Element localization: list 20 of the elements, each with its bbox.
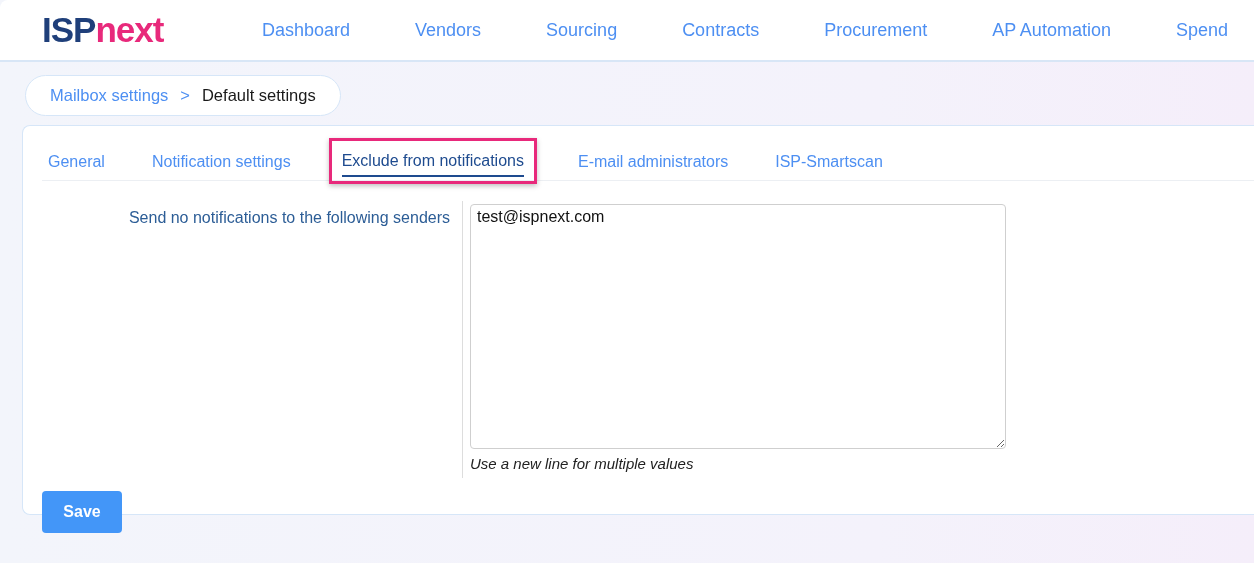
nav-link[interactable]: Sourcing <box>546 19 618 41</box>
breadcrumb-separator: > <box>180 86 190 105</box>
field-label: Send no notifications to the following senders <box>127 208 451 228</box>
save-button[interactable]: Save <box>42 491 122 533</box>
logo[interactable]: ISPnext <box>42 10 220 50</box>
tab[interactable]: Exclude from notifications <box>341 145 524 177</box>
nav-link[interactable]: Spend <box>1175 19 1228 41</box>
nav-link[interactable]: Procurement <box>824 19 928 41</box>
breadcrumb-link[interactable]: Mailbox settings <box>50 86 169 105</box>
tab[interactable]: E-mail administrators <box>577 146 729 178</box>
nav-link[interactable]: Vendors <box>415 19 482 41</box>
tab[interactable]: ISP-Smartscan <box>775 146 883 178</box>
tab[interactable]: Notification settings <box>151 146 291 178</box>
senders-textarea[interactable]: test@ispnext.com <box>470 204 1006 449</box>
tab[interactable]: General <box>48 146 105 178</box>
field-hint: Use a new line for multiple values <box>470 455 695 472</box>
breadcrumb-current: Default settings <box>201 86 316 105</box>
nav-link[interactable]: Contracts <box>682 19 760 41</box>
nav-link[interactable]: Dashboard <box>262 19 351 41</box>
nav-link[interactable]: AP Automation <box>992 19 1111 41</box>
